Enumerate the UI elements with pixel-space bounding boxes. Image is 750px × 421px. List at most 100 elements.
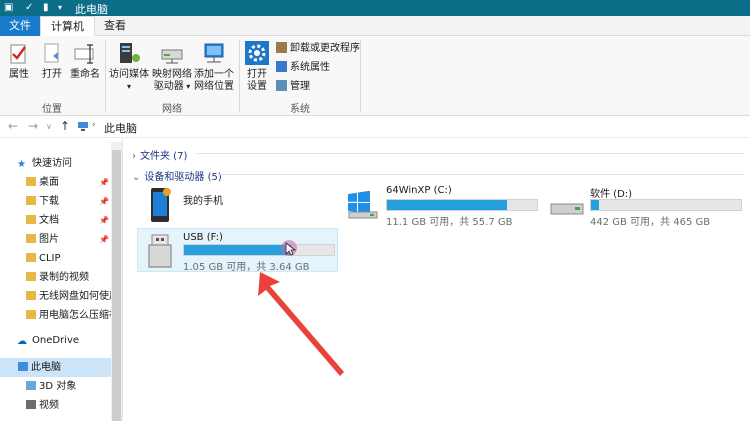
nav-item-documents[interactable]: 文档 <box>26 211 59 230</box>
nav-label: 下载 <box>39 196 59 207</box>
tab-file[interactable]: 文件 <box>0 16 40 36</box>
device-name: 我的手机 <box>183 196 223 207</box>
open-settings-button[interactable]: 打开 设置 <box>242 40 272 93</box>
rename-button[interactable]: 重命名 <box>68 42 102 81</box>
explorer-icon[interactable]: ▣ <box>4 2 14 13</box>
scrollbar-thumb[interactable] <box>112 150 121 421</box>
pin-icon[interactable]: 📌 <box>99 235 109 244</box>
pane-divider[interactable] <box>122 138 123 421</box>
back-icon[interactable]: ← <box>8 119 18 133</box>
nav-item-clip[interactable]: CLIP <box>26 249 61 268</box>
nav-item-compress-video[interactable]: 用电脑怎么压缩视频 <box>26 306 111 325</box>
nav-label: CLIP <box>39 253 61 264</box>
group-label-system: 系统 <box>290 104 310 115</box>
folder-icon <box>26 234 36 243</box>
drive-c[interactable]: 64WinXP (C:) 11.1 GB 可用，共 55.7 GB <box>342 184 542 228</box>
usb-drive-icon <box>148 234 172 268</box>
folder-icon <box>26 215 36 224</box>
nav-item-recorded-videos[interactable]: 录制的视频 <box>26 268 89 287</box>
uninstall-program-button[interactable]: 卸载或更改程序 <box>276 42 360 56</box>
network-drive-icon <box>161 49 183 64</box>
ribbon: 属性 打开 重命名 位置 访问媒体 ▾ 映射网络 驱动器 ▾ 添加一个 网络位置 … <box>0 36 750 116</box>
map-drive-label-1: 映射网络 <box>152 69 192 80</box>
gear-icon <box>245 41 269 65</box>
address-bar: ← → ∨ ↑ › 此电脑 <box>0 116 750 138</box>
recent-locations-icon[interactable]: ∨ <box>46 122 52 131</box>
drive-free-space: 11.1 GB 可用，共 55.7 GB <box>386 217 513 228</box>
drive-d[interactable]: 软件 (D:) 442 GB 可用，共 465 GB <box>546 184 746 228</box>
chevron-down-icon: ▾ <box>126 82 131 91</box>
open-label: 打开 <box>42 69 62 80</box>
pin-icon[interactable]: 📌 <box>99 197 109 206</box>
nav-item-desktop[interactable]: 桌面 <box>26 173 59 192</box>
new-folder-quick-icon[interactable]: ▮ <box>43 2 53 13</box>
tab-computer[interactable]: 计算机 <box>40 16 95 37</box>
breadcrumb-chevron-icon[interactable]: › <box>92 120 96 130</box>
title-bar: ▣ ✓ ▮ ▾ 此电脑 <box>0 0 750 16</box>
rename-icon <box>74 44 94 64</box>
properties-button[interactable]: 属性 <box>5 42 33 81</box>
window-title: 此电脑 <box>75 3 108 16</box>
nav-item-wireless-drive[interactable]: 无线网盘如何使用 <box>26 287 111 306</box>
pin-icon[interactable]: 📌 <box>99 216 109 225</box>
chevron-down-icon: ▾ <box>183 82 191 91</box>
nav-item-3d-objects[interactable]: 3D 对象 <box>26 377 76 396</box>
nav-this-pc[interactable]: 此电脑 <box>0 358 111 377</box>
system-properties-icon <box>276 61 287 72</box>
nav-item-pictures[interactable]: 图片 <box>26 230 59 249</box>
properties-label: 属性 <box>9 69 29 80</box>
system-properties-button[interactable]: 系统属性 <box>276 61 330 75</box>
folder-icon <box>26 291 36 300</box>
quick-access-dropdown-icon[interactable]: ▾ <box>58 2 68 13</box>
nav-onedrive[interactable]: ☁ OneDrive <box>17 331 79 350</box>
open-button[interactable]: 打开 <box>38 42 66 81</box>
section-folders[interactable]: › 文件夹 (7) <box>132 147 187 162</box>
nav-label: 3D 对象 <box>39 381 77 392</box>
nav-label: 用电脑怎么压缩视频 <box>39 310 111 321</box>
network-location-icon <box>204 43 224 63</box>
drive-usb-f[interactable]: USB (F:) 1.05 GB 可用，共 3.64 GB <box>140 229 338 273</box>
nav-scrollbar[interactable] <box>111 142 122 421</box>
nav-label: 视频 <box>39 400 59 411</box>
breadcrumb[interactable]: 此电脑 <box>104 120 137 136</box>
forward-icon[interactable]: → <box>28 119 38 133</box>
nav-label: OneDrive <box>32 335 80 346</box>
group-label-network: 网络 <box>162 104 182 115</box>
add-network-location-button[interactable]: 添加一个 网络位置 <box>193 40 235 93</box>
nav-quick-access[interactable]: ★ 快速访问 <box>17 154 72 173</box>
nav-label: 图片 <box>39 234 59 245</box>
drive-usage-fill <box>387 200 507 210</box>
drive-usage-fill <box>591 200 599 210</box>
access-media-button[interactable]: 访问媒体 ▾ <box>108 40 150 93</box>
manage-label: 管理 <box>290 81 310 92</box>
group-label-location: 位置 <box>42 104 62 115</box>
folder-icon <box>26 177 36 186</box>
section-divider <box>218 174 744 175</box>
tab-view[interactable]: 查看 <box>95 16 135 36</box>
phone-icon <box>151 188 171 222</box>
up-icon[interactable]: ↑ <box>60 119 70 133</box>
system-properties-label: 系统属性 <box>290 62 330 73</box>
this-pc-icon <box>78 122 88 131</box>
open-settings-label-1: 打开 <box>247 69 267 80</box>
device-my-phone[interactable]: 我的手机 <box>140 184 250 226</box>
drive-free-space: 442 GB 可用，共 465 GB <box>590 217 711 228</box>
cursor-highlight-icon <box>281 240 297 256</box>
add-location-label-1: 添加一个 <box>194 69 234 80</box>
drive-usage-bar <box>183 244 335 256</box>
drive-usage-bar <box>386 199 538 211</box>
map-drive-label-2: 驱动器 <box>153 81 184 92</box>
pin-icon[interactable]: 📌 <box>99 178 109 187</box>
drive-name: 64WinXP (C:) <box>386 185 452 196</box>
chevron-down-icon: ⌄ <box>132 172 141 183</box>
cloud-icon: ☁ <box>17 336 27 347</box>
nav-item-downloads[interactable]: 下载 <box>26 192 59 211</box>
manage-button[interactable]: 管理 <box>276 80 310 94</box>
nav-item-videos[interactable]: 视频 <box>26 396 59 415</box>
folder-icon <box>26 310 36 319</box>
map-network-drive-button[interactable]: 映射网络 驱动器 ▾ <box>151 40 193 93</box>
section-devices[interactable]: ⌄ 设备和驱动器 (5) <box>132 168 222 183</box>
videos-icon <box>26 400 36 409</box>
properties-quick-icon[interactable]: ✓ <box>25 2 35 13</box>
uninstall-label: 卸载或更改程序 <box>290 43 360 54</box>
